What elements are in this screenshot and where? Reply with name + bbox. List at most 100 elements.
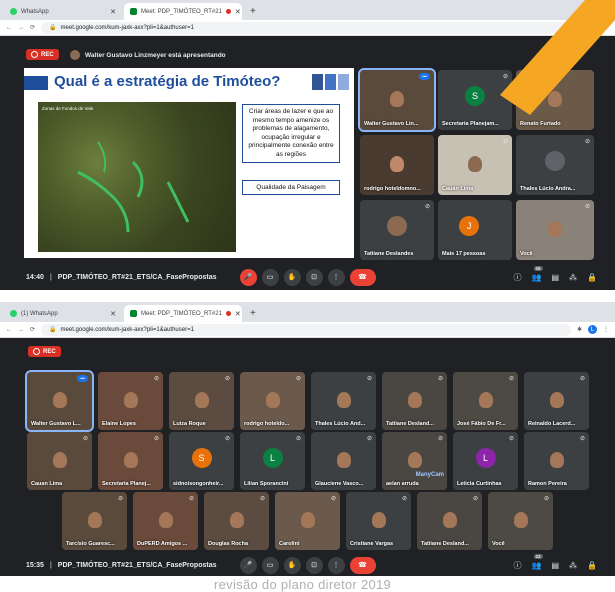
url-field[interactable]: 🔒 meet.google.com/kum-jaxk-axx?pli=1&aut…	[41, 21, 582, 34]
participant-name: rodrigo hoteldomno...	[364, 186, 421, 192]
more-participants-tile[interactable]: J Mais 17 pessoas	[438, 200, 512, 260]
participant-tile[interactable]: ⊘ José Fábio De Fr...	[453, 372, 518, 430]
participant-tile[interactable]: ⊘ Luiza Roque	[169, 372, 234, 430]
present-icon[interactable]: ⊡	[305, 268, 323, 286]
title-band	[24, 76, 48, 90]
extensions-icon[interactable]: ✱	[577, 326, 582, 333]
participant-tile[interactable]: ⊘ Reinaldo Lacerd...	[524, 372, 589, 430]
rec-badge: REC	[26, 49, 59, 60]
presenting-text: Walter Gustavo Linzmeyer está apresentan…	[85, 51, 226, 59]
back-icon[interactable]: ←	[6, 327, 12, 333]
tab-whatsapp[interactable]: (1) WhatsApp ✕	[4, 305, 122, 322]
profile-avatar[interactable]: L	[588, 325, 597, 334]
participant-tile[interactable]: ⊘ Cristiane Vargas	[346, 492, 411, 550]
participant-tile[interactable]: ⊘ Thales Lúcio Andra...	[516, 135, 594, 195]
participant-tile[interactable]: ⊘ Carolini	[275, 492, 340, 550]
mic-off-icon: ⊘	[82, 436, 88, 442]
participant-name: Tatiiane Desland...	[386, 421, 434, 427]
people-icon[interactable]: 👥 23	[532, 553, 543, 570]
recording-dot-icon	[225, 9, 231, 14]
info-icon[interactable]: ⓘ	[514, 560, 522, 571]
end-call-icon[interactable]: ☎	[349, 556, 376, 574]
chat-icon[interactable]: ▤	[551, 273, 559, 282]
participant-tile[interactable]: ⊘ Tatiiane Desland...	[382, 372, 447, 430]
participant-tile[interactable]: L ⊘ Leticia Curtinhas	[453, 432, 518, 490]
url-field[interactable]: 🔒 meet.google.com/kum-jaxk-axx?pli=1&aut…	[41, 323, 571, 336]
participant-tile[interactable]: ⊘ Tatiiane Deslandes	[360, 200, 434, 260]
present-icon[interactable]: ⊡	[305, 556, 323, 574]
new-tab-icon[interactable]: +	[250, 308, 256, 319]
participant-tile[interactable]: rodrigo hoteldomno...	[360, 135, 434, 195]
raise-hand-icon[interactable]: ✋	[283, 556, 301, 574]
mic-icon[interactable]: 🎤	[239, 556, 257, 574]
video-feed	[548, 220, 562, 237]
participant-tile[interactable]: ⊘ Tarcísio Guaresc...	[62, 492, 127, 550]
participant-tile[interactable]: ⊘ rodrigo hoteldo...	[240, 372, 305, 430]
participant-tile[interactable]: ⊘ Ramon Pereira	[524, 432, 589, 490]
participant-tile[interactable]: Renato Furtado	[516, 70, 594, 130]
close-icon[interactable]: ✕	[235, 8, 241, 16]
self-tile[interactable]: ⊘ Você	[488, 492, 553, 550]
video-feed	[229, 511, 244, 528]
camera-icon[interactable]: ▭	[261, 556, 279, 574]
participant-tile[interactable]: ⊘ DuPERD Amigos ...	[133, 492, 198, 550]
participant-name: sidnoisongonheir...	[173, 481, 224, 487]
video-feed	[371, 511, 386, 528]
more-icon[interactable]: ⋮	[327, 556, 345, 574]
participant-tile[interactable]: ⊘ Elaine Lopes	[98, 372, 163, 430]
tab-meet[interactable]: Meet: PDP_TIMÓTEO_RT#21 ✕	[124, 3, 242, 20]
participant-tile[interactable]: S ⊘ Secretaria Planejam...	[438, 70, 512, 130]
forward-icon[interactable]: →	[18, 25, 24, 31]
participant-tile[interactable]: ⊘ Secretaria Planej...	[98, 432, 163, 490]
participant-name: Leticia Curtinhas	[457, 481, 502, 487]
slide-title: Qual é a estratégia de Timóteo?	[54, 73, 281, 90]
mic-off-icon: ⊘	[472, 496, 478, 502]
participant-name: DuPERD Amigos ...	[137, 541, 188, 547]
participant-tile[interactable]: ⊘ Douglas Rocha	[204, 492, 269, 550]
people-icon[interactable]: 👥 26	[532, 265, 543, 282]
mic-off-icon: ⊘	[295, 376, 301, 382]
menu-dots-icon[interactable]: ⋮	[603, 24, 609, 31]
new-tab-icon[interactable]: +	[250, 6, 256, 17]
video-feed	[52, 391, 67, 408]
forward-icon[interactable]: →	[18, 327, 24, 333]
participant-tile[interactable]: L ⊘ Lilian Sporancini	[240, 432, 305, 490]
self-tile[interactable]: ⊘ Você	[516, 200, 594, 260]
participant-tile[interactable]: ⊘ Tatiiane Desland...	[417, 492, 482, 550]
tab-meet[interactable]: Meet: PDP_TIMÓTEO_RT#21 ✕	[124, 305, 242, 322]
reload-icon[interactable]: ⟳	[30, 24, 35, 31]
close-icon[interactable]: ✕	[110, 310, 116, 318]
close-icon[interactable]: ✕	[110, 8, 116, 16]
close-icon[interactable]: ✕	[235, 310, 241, 318]
participant-tile[interactable]: ⊘ Cauan Lima	[27, 432, 92, 490]
lock-icon: 🔒	[49, 327, 57, 333]
menu-dots-icon[interactable]: ⋮	[603, 326, 609, 333]
participant-tile[interactable]: ⊘ ManyCam aelan arruda	[382, 432, 447, 490]
raise-hand-icon[interactable]: ✋	[283, 268, 301, 286]
profile-avatar[interactable]: L	[588, 23, 597, 32]
participant-tile[interactable]: ⊘ Glauciene Vasco...	[311, 432, 376, 490]
activities-icon[interactable]: ⁂	[569, 273, 577, 282]
video-feed	[123, 451, 138, 468]
tab-label: Meet: PDP_TIMÓTEO_RT#21	[141, 8, 222, 15]
end-call-icon[interactable]: ☎	[349, 268, 376, 286]
participant-tile[interactable]: S ⊘ sidnoisongonheir...	[169, 432, 234, 490]
tab-whatsapp[interactable]: WhatsApp ✕	[4, 3, 122, 20]
participant-name: Cristiane Vargas	[350, 541, 394, 547]
host-controls-icon[interactable]: 🔒	[587, 273, 597, 282]
video-feed	[549, 391, 564, 408]
back-icon[interactable]: ←	[6, 25, 12, 31]
participant-tile[interactable]: ••• Walter Gustavo Lin...	[358, 68, 436, 132]
camera-icon[interactable]: ▭	[261, 268, 279, 286]
participant-tile[interactable]: ⊘ Cauan Lima	[438, 135, 512, 195]
chat-icon[interactable]: ▤	[551, 561, 559, 570]
activities-icon[interactable]: ⁂	[569, 561, 577, 570]
more-icon[interactable]: ⋮	[327, 268, 345, 286]
info-icon[interactable]: ⓘ	[514, 272, 522, 283]
reload-icon[interactable]: ⟳	[30, 326, 35, 333]
host-controls-icon[interactable]: 🔒	[587, 561, 597, 570]
mic-off-icon: ⊘	[437, 436, 443, 442]
participant-tile[interactable]: ⊘ Thales Lúcio And...	[311, 372, 376, 430]
mic-off-icon[interactable]: 🎤	[239, 268, 257, 286]
participant-tile[interactable]: ••• Walter Gustavo L...	[25, 370, 94, 432]
